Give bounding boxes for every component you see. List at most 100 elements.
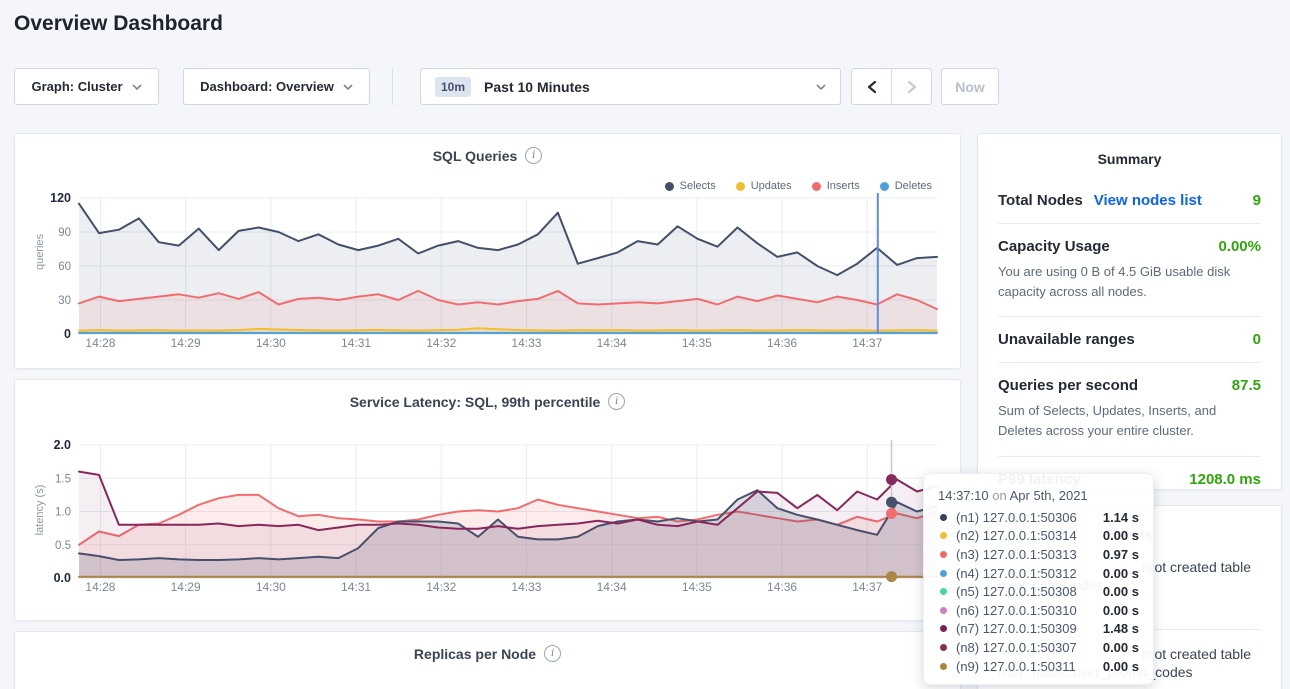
chevron-down-icon [132, 84, 142, 90]
node-color-dot [940, 663, 947, 670]
node-label: (n8) 127.0.0.1:50307 [956, 640, 1103, 655]
chevron-right-icon [906, 80, 918, 94]
svg-text:30: 30 [58, 295, 71, 307]
chevron-down-icon [816, 84, 826, 90]
node-label: (n1) 127.0.0.1:50306 [956, 510, 1103, 525]
node-color-dot [940, 588, 947, 595]
svg-text:14:36: 14:36 [767, 580, 797, 594]
svg-text:14:34: 14:34 [597, 580, 627, 594]
tooltip-header: 14:37:10 on Apr 5th, 2021 [938, 488, 1139, 503]
svg-text:1.0: 1.0 [55, 507, 71, 519]
sql-queries-chart[interactable]: 030609012014:2814:2914:3014:3114:3214:33… [15, 189, 960, 359]
summary-row-total-nodes: Total Nodes View nodes list 9 [998, 178, 1261, 223]
chevron-left-icon [866, 80, 878, 94]
node-color-dot [940, 625, 947, 632]
svg-text:14:28: 14:28 [85, 580, 115, 594]
time-range-label: Past 10 Minutes [484, 79, 590, 95]
svg-text:14:31: 14:31 [341, 336, 371, 350]
summary-value: 1208.0 ms [1189, 471, 1261, 488]
tooltip-row: (n6) 127.0.0.1:503100.00 s [938, 601, 1139, 620]
svg-text:14:31: 14:31 [341, 580, 371, 594]
svg-text:14:35: 14:35 [682, 580, 712, 594]
tooltip-row: (n4) 127.0.0.1:503120.00 s [938, 564, 1139, 583]
node-color-dot [940, 570, 947, 577]
svg-text:14:32: 14:32 [426, 336, 456, 350]
sql-queries-title: SQL Queries [433, 148, 518, 164]
summary-value: 87.5 [1232, 377, 1261, 394]
now-button[interactable]: Now [941, 68, 999, 105]
node-color-dot [940, 532, 947, 539]
summary-desc: Sum of Selects, Updates, Inserts, and De… [998, 401, 1261, 441]
svg-text:14:28: 14:28 [85, 336, 115, 350]
node-color-dot [940, 551, 947, 558]
sql-queries-card: SQL Queries i SelectsUpdatesInsertsDelet… [14, 133, 961, 369]
view-nodes-link[interactable]: View nodes list [1094, 192, 1202, 209]
tooltip-row: (n2) 127.0.0.1:503140.00 s [938, 527, 1139, 546]
prev-range-button[interactable] [852, 69, 892, 104]
svg-text:14:34: 14:34 [597, 336, 627, 350]
tooltip-rows: (n1) 127.0.0.1:503061.14 s(n2) 127.0.0.1… [938, 508, 1139, 675]
dashboard-dropdown[interactable]: Dashboard: Overview [183, 68, 370, 105]
tooltip-row: (n1) 127.0.0.1:503061.14 s [938, 508, 1139, 527]
overview-dashboard-page: Overview Dashboard Graph: Cluster Dashbo… [0, 0, 1290, 689]
svg-text:14:35: 14:35 [682, 336, 712, 350]
svg-text:60: 60 [58, 261, 71, 273]
graph-dropdown-label: Graph: Cluster [31, 79, 122, 94]
summary-value: 0.00% [1218, 238, 1261, 255]
svg-text:14:30: 14:30 [256, 336, 286, 350]
summary-label: Total Nodes [998, 192, 1083, 209]
svg-text:2.0: 2.0 [54, 438, 71, 452]
summary-row-unavailable: Unavailable ranges 0 [998, 316, 1261, 362]
info-icon[interactable]: i [525, 147, 542, 164]
chevron-down-icon [343, 84, 353, 90]
summary-value: 0 [1253, 331, 1261, 348]
svg-text:14:29: 14:29 [171, 580, 201, 594]
time-range-picker[interactable]: 10m Past 10 Minutes [420, 68, 841, 105]
node-value: 0.00 s [1103, 603, 1139, 618]
tooltip-date: Apr 5th, 2021 [1010, 488, 1088, 503]
node-label: (n3) 127.0.0.1:50313 [956, 547, 1103, 562]
node-label: (n6) 127.0.0.1:50310 [956, 603, 1103, 618]
svg-text:0.5: 0.5 [55, 540, 71, 552]
node-label: (n2) 127.0.0.1:50314 [956, 528, 1103, 543]
svg-text:14:33: 14:33 [511, 336, 541, 350]
svg-text:14:37: 14:37 [852, 580, 882, 594]
replicas-per-node-card: Replicas per Node i [14, 631, 961, 689]
info-icon[interactable]: i [608, 393, 625, 410]
node-value: 0.00 s [1103, 659, 1139, 674]
svg-text:14:30: 14:30 [256, 580, 286, 594]
tooltip-row: (n8) 127.0.0.1:503070.00 s [938, 638, 1139, 657]
service-latency-title: Service Latency: SQL, 99th percentile [350, 394, 601, 410]
node-label: (n5) 127.0.0.1:50308 [956, 584, 1103, 599]
svg-text:14:32: 14:32 [426, 580, 456, 594]
node-value: 0.00 s [1103, 528, 1139, 543]
summary-label: Queries per second [998, 377, 1138, 394]
summary-label: Unavailable ranges [998, 331, 1135, 348]
service-latency-card: Service Latency: SQL, 99th percentile i … [14, 379, 961, 621]
graph-dropdown[interactable]: Graph: Cluster [14, 68, 159, 105]
svg-text:14:29: 14:29 [171, 336, 201, 350]
summary-card: Summary Total Nodes View nodes list 9 Ca… [977, 133, 1282, 490]
next-range-button[interactable] [892, 69, 931, 104]
tooltip-row: (n9) 127.0.0.1:503110.00 s [938, 657, 1139, 676]
node-value: 0.00 s [1103, 566, 1139, 581]
node-value: 0.97 s [1103, 547, 1139, 562]
time-range-badge: 10m [435, 77, 471, 97]
node-color-dot [940, 644, 947, 651]
tooltip-row: (n5) 127.0.0.1:503080.00 s [938, 582, 1139, 601]
node-label: (n9) 127.0.0.1:50311 [956, 659, 1103, 674]
summary-heading: Summary [998, 151, 1261, 167]
summary-desc: You are using 0 B of 4.5 GiB usable disk… [998, 262, 1261, 302]
now-button-label: Now [955, 79, 985, 95]
node-value: 0.00 s [1103, 640, 1139, 655]
info-icon[interactable]: i [544, 645, 561, 662]
node-label: (n7) 127.0.0.1:50309 [956, 621, 1103, 636]
service-latency-chart[interactable]: 0.00.51.01.52.014:2814:2914:3014:3114:32… [15, 428, 960, 603]
summary-label: Capacity Usage [998, 238, 1110, 255]
page-title: Overview Dashboard [14, 12, 223, 36]
summary-row-capacity: Capacity Usage 0.00% You are using 0 B o… [998, 223, 1261, 316]
svg-text:14:36: 14:36 [767, 336, 797, 350]
svg-text:0: 0 [64, 327, 71, 341]
time-nav-group [851, 68, 932, 105]
svg-text:14:37: 14:37 [852, 336, 882, 350]
